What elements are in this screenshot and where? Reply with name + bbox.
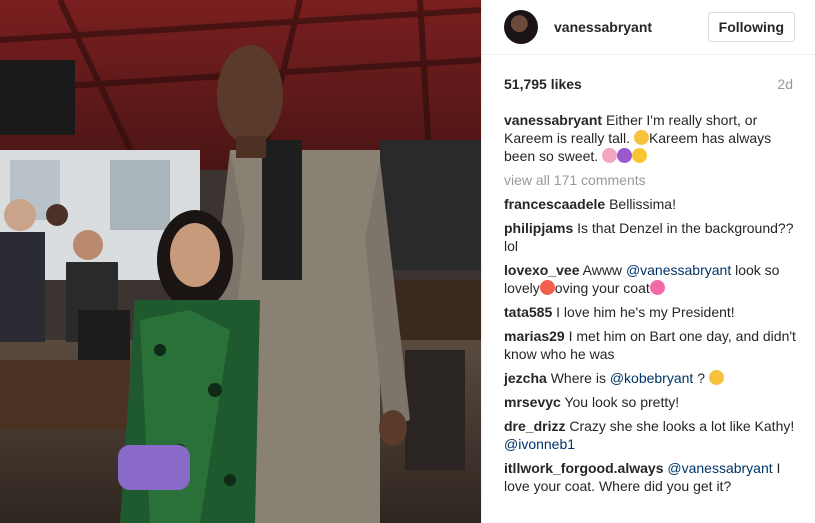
comment-mention[interactable]: @vanessabryant [626,262,731,278]
comment-item: dre_drizz Crazy she she looks a lot like… [504,417,799,453]
comment-username[interactable]: philipjams [504,220,573,236]
comment-username[interactable]: marias29 [504,328,565,344]
comment-text: Bellissima! [609,196,676,212]
likes-count[interactable]: 51,795 likes [504,76,777,92]
post-sidebar: vanessabryant Following 51,795 likes 2d … [481,0,815,523]
comment-username[interactable]: tata585 [504,304,552,320]
comment-text: Crazy she she looks a lot like Kathy! [569,418,795,434]
post-age[interactable]: 2d [777,76,793,92]
comment-username[interactable]: mrsevyc [504,394,561,410]
comment-username[interactable]: lovexo_vee [504,262,580,278]
comment-text: I love him he's my President! [556,304,735,320]
following-button[interactable]: Following [707,12,795,42]
party-emoji-icon [602,148,618,163]
comment-username[interactable]: francescaadele [504,196,605,212]
purple-heart-emoji-icon [617,148,633,163]
caption-username[interactable]: vanessabryant [504,112,602,128]
comment-text: ? [693,370,709,386]
comment-mention[interactable]: @ivonneb1 [504,436,575,452]
post-photo[interactable] [0,0,481,523]
comment-item: mrsevyc You look so pretty! [504,393,799,411]
comment-username[interactable]: itllwork_forgood.always [504,460,663,476]
comment-mention[interactable]: @vanessabryant [667,460,772,476]
comment-username[interactable]: jezcha [504,370,547,386]
comment-text: You look so pretty! [564,394,680,410]
heart-eyes-emoji-icon [539,280,555,295]
comment-item: francescaadele Bellissima! [504,195,799,213]
comment-text: oving your coat [554,280,650,296]
comment-item: tata585 I love him he's my President! [504,303,799,321]
comment-item: marias29 I met him on Bart one day, and … [504,327,799,363]
post-header: vanessabryant Following [482,0,815,55]
comment-mention[interactable]: @kobebryant [610,370,693,386]
comment-username[interactable]: dre_drizz [504,418,565,434]
comment-item: philipjams Is that Denzel in the backgro… [504,219,799,255]
comment-item: itllwork_forgood.always @vanessabryant I… [504,459,799,495]
wink-emoji-icon [708,370,724,385]
yellow-heart-emoji-icon [632,148,648,163]
view-all-comments-link[interactable]: view all 171 comments [504,171,799,189]
comment-item: lovexo_vee Awww @vanessabryant look so l… [504,261,799,297]
comment-text: Awww [582,262,626,278]
instagram-post: vanessabryant Following 51,795 likes 2d … [0,0,815,523]
comment-item: jezcha Where is @kobebryant ? [504,369,799,387]
caption: vanessabryant Either I'm really short, o… [504,111,799,165]
comment-text: Where is [550,370,610,386]
post-meta: 51,795 likes 2d [482,72,815,96]
photo-illustration [0,0,481,523]
pink-hearts-emoji-icon [649,280,665,295]
smile-emoji-icon [633,130,649,145]
profile-avatar-icon[interactable] [504,10,538,44]
comment-list: vanessabryant Either I'm really short, o… [504,111,799,501]
post-username[interactable]: vanessabryant [554,19,708,35]
